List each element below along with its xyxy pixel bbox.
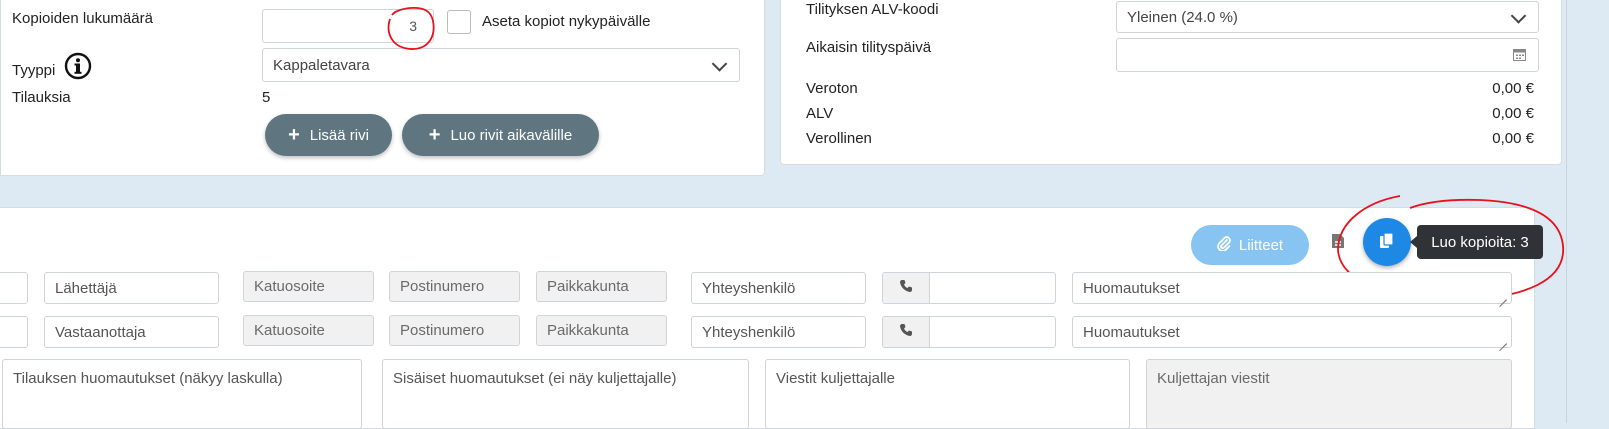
sender-notes-placeholder: Huomautukset (1083, 279, 1180, 297)
receiver-postal-field: Postinumero (389, 315, 520, 346)
sender-street-placeholder: Katuosoite (254, 278, 325, 295)
type-value: Kappaletavara (273, 56, 370, 74)
plus-icon: + (428, 124, 441, 146)
receiver-notes-textarea[interactable]: Huomautukset (1072, 316, 1512, 348)
receiver-city-placeholder: Paikkakunta (547, 322, 629, 339)
resize-handle-icon[interactable] (1499, 292, 1507, 300)
plus-icon: + (288, 124, 300, 146)
chevron-down-icon (1510, 8, 1527, 24)
vat-value: 0,00 € (1492, 105, 1534, 122)
receiver-edge-field[interactable] (0, 316, 28, 348)
attachments-button[interactable]: Liitteet (1191, 225, 1309, 265)
taxed-value: 0,00 € (1492, 130, 1534, 147)
earliest-date-input[interactable] (1116, 38, 1539, 72)
receiver-notes-placeholder: Huomautukset (1083, 323, 1180, 341)
drivers-messages-textarea: Kuljettajan viestit (1146, 359, 1512, 429)
taxed-label: Verollinen (806, 130, 872, 147)
sender-city-placeholder: Paikkakunta (547, 278, 629, 295)
sender-street-field: Katuosoite (243, 271, 374, 302)
sender-notes-textarea[interactable]: Huomautukset (1072, 272, 1512, 304)
add-row-button[interactable]: + Lisää rivi (265, 114, 392, 156)
vat-code-label: Tilityksen ALV-koodi (806, 1, 939, 18)
drivers-messages-placeholder: Kuljettajan viestit (1157, 370, 1270, 387)
taxfree-label: Veroton (806, 80, 858, 97)
phone-icon (899, 323, 913, 341)
sender-name-placeholder: Lähettäjä (55, 279, 117, 297)
create-rows-range-button[interactable]: + Luo rivit aikavälille (402, 114, 599, 156)
receiver-name-placeholder: Vastaanottaja (55, 323, 146, 341)
sender-name-input[interactable]: Lähettäjä (44, 272, 219, 304)
billing-panel: Tilityksen ALV-koodi Yleinen (24.0 %) Ai… (780, 0, 1562, 165)
internal-notes-placeholder: Sisäiset huomautukset (ei näy kuljettaja… (393, 370, 677, 387)
receiver-phone-addon (882, 316, 930, 348)
calendar-icon[interactable] (1513, 48, 1526, 61)
driver-messages-placeholder: Viestit kuljettajalle (776, 370, 895, 387)
orders-label: Tilauksia (12, 89, 71, 106)
vat-code-value: Yleinen (24.0 %) (1127, 8, 1238, 26)
type-select[interactable]: Kappaletavara (262, 48, 740, 82)
set-copies-today-label: Aseta kopiot nykypäivälle (482, 13, 651, 30)
receiver-street-placeholder: Katuosoite (254, 322, 325, 339)
vat-code-select[interactable]: Yleinen (24.0 %) (1116, 1, 1539, 33)
annotation-circle-copies (387, 6, 435, 50)
taxfree-value: 0,00 € (1492, 80, 1534, 97)
sender-edge-field[interactable] (0, 272, 28, 304)
sender-postal-field: Postinumero (389, 271, 520, 302)
earliest-date-label: Aikaisin tilityspäivä (806, 39, 932, 56)
receiver-contact-placeholder: Yhteyshenkilö (702, 323, 796, 341)
add-row-label: Lisää rivi (309, 126, 369, 144)
driver-messages-textarea[interactable]: Viestit kuljettajalle (765, 359, 1130, 429)
order-notes-placeholder: Tilauksen huomautukset (näkyy laskulla) (13, 370, 283, 387)
attachments-label: Liitteet (1238, 236, 1284, 254)
info-icon[interactable] (64, 52, 92, 80)
paperclip-icon (1217, 235, 1231, 255)
set-copies-today-checkbox[interactable] (447, 10, 471, 34)
receiver-name-input[interactable]: Vastaanottaja (44, 316, 219, 348)
window-right-border (1566, 0, 1567, 423)
chevron-down-icon (711, 56, 728, 72)
sender-postal-placeholder: Postinumero (400, 278, 485, 295)
create-rows-range-label: Luo rivit aikavälille (450, 126, 573, 144)
sender-phone-addon (882, 272, 930, 304)
type-label: Tyyppi (12, 62, 56, 79)
resize-handle-icon[interactable] (1499, 336, 1507, 344)
sender-contact-input[interactable]: Yhteyshenkilö (691, 272, 866, 304)
receiver-street-field: Katuosoite (243, 315, 374, 346)
receiver-contact-input[interactable]: Yhteyshenkilö (691, 316, 866, 348)
receiver-city-field: Paikkakunta (536, 315, 667, 346)
sender-city-field: Paikkakunta (536, 271, 667, 302)
sender-phone-input[interactable] (929, 272, 1056, 304)
copies-label: Kopioiden lukumäärä (12, 10, 153, 27)
receiver-postal-placeholder: Postinumero (400, 322, 485, 339)
order-notes-textarea[interactable]: Tilauksen huomautukset (näkyy laskulla) (2, 359, 362, 429)
phone-icon (899, 279, 913, 297)
orders-value: 5 (262, 89, 271, 106)
internal-notes-textarea[interactable]: Sisäiset huomautukset (ei näy kuljettaja… (382, 359, 749, 429)
sender-contact-placeholder: Yhteyshenkilö (702, 279, 796, 297)
receiver-phone-input[interactable] (929, 316, 1056, 348)
vat-label: ALV (806, 105, 834, 122)
